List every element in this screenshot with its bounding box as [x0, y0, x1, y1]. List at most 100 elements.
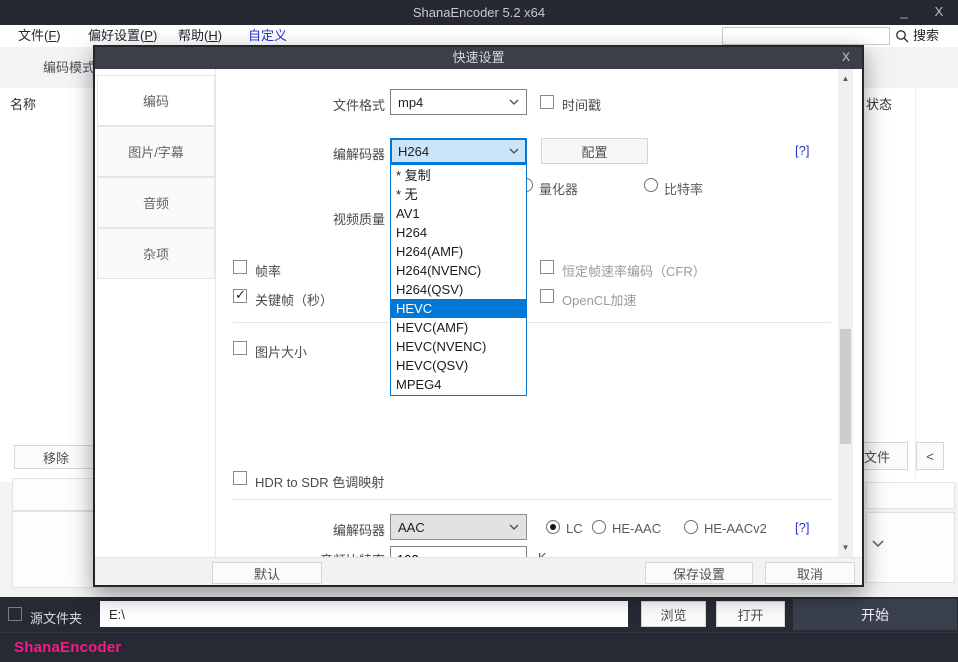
- quantizer-label: 量化器: [539, 179, 578, 198]
- app-window: ShanaEncoder 5.2 x64 _ X 文件(F) 偏好设置(P) 帮…: [0, 0, 958, 662]
- timestamp-label: 时间戳: [562, 95, 601, 114]
- tab-encode[interactable]: 编码: [97, 75, 215, 126]
- info-panel-right-bottom: [866, 512, 955, 583]
- scroll-down-icon[interactable]: ▼: [838, 540, 853, 555]
- remove-button[interactable]: 移除: [14, 445, 98, 469]
- bitrate-label: 比特率: [664, 179, 703, 198]
- dropdown-option[interactable]: MPEG4: [391, 375, 526, 394]
- save-settings-button[interactable]: 保存设置: [645, 562, 753, 584]
- video-quality-label: 视频质量: [245, 209, 385, 228]
- he-aac-label: HE-AAC: [612, 521, 661, 536]
- timestamp-checkbox[interactable]: [540, 95, 554, 109]
- source-folder-label: 源文件夹: [30, 608, 82, 627]
- tab-audio[interactable]: 音频: [97, 177, 215, 228]
- menu-custom[interactable]: 自定义: [242, 25, 293, 47]
- video-codec-label: 编解码器: [245, 144, 385, 163]
- close-button[interactable]: X: [928, 0, 950, 25]
- dropdown-option[interactable]: HEVC(QSV): [391, 356, 526, 375]
- column-divider: [915, 88, 916, 478]
- hdr-checkbox[interactable]: [233, 471, 247, 485]
- dropdown-option[interactable]: H264(AMF): [391, 242, 526, 261]
- dropdown-option[interactable]: H264(QSV): [391, 280, 526, 299]
- cfr-checkbox[interactable]: [540, 260, 554, 274]
- separator: [233, 322, 831, 323]
- info-panel-left-top: [12, 478, 98, 511]
- column-header-name: 名称: [10, 94, 36, 113]
- framerate-checkbox[interactable]: [233, 260, 247, 274]
- menu-bar: 文件(F) 偏好设置(P) 帮助(H) 自定义 搜索: [0, 25, 958, 47]
- menu-preferences[interactable]: 偏好设置(P): [82, 25, 163, 47]
- status-bar: ShanaEncoder: [0, 632, 958, 662]
- he-aacv2-label: HE-AACv2: [704, 521, 767, 536]
- start-button[interactable]: 开始: [793, 599, 957, 630]
- dialog-close-button[interactable]: X: [838, 47, 854, 69]
- column-header-status: 状态: [866, 94, 892, 113]
- dialog-scrollbar[interactable]: ▲ ▼: [838, 69, 853, 557]
- title-bar: ShanaEncoder 5.2 x64 _ X: [0, 0, 958, 25]
- keyframe-checkbox[interactable]: [233, 289, 247, 303]
- encode-mode-tab[interactable]: 编码模式: [43, 57, 95, 76]
- dropdown-option[interactable]: HEVC(AMF): [391, 318, 526, 337]
- scroll-up-icon[interactable]: ▲: [838, 71, 853, 86]
- video-codec-select[interactable]: H264: [390, 138, 527, 164]
- scrollbar-thumb[interactable]: [840, 329, 851, 444]
- audio-bitrate-label: 音频比特率: [245, 550, 385, 557]
- aac-lc-radio[interactable]: [546, 520, 560, 534]
- search-button[interactable]: 搜索: [913, 25, 939, 47]
- file-format-select[interactable]: mp4: [390, 89, 527, 115]
- window-title: ShanaEncoder 5.2 x64: [0, 0, 958, 25]
- dropdown-option[interactable]: * 无: [391, 185, 526, 204]
- framerate-label: 帧率: [255, 261, 281, 280]
- audio-bitrate-input[interactable]: [390, 546, 527, 557]
- dialog-title: 快速设置: [95, 47, 862, 69]
- search-icon[interactable]: [895, 29, 910, 44]
- dropdown-option-selected[interactable]: HEVC: [391, 299, 526, 318]
- keyframe-label: 关键帧（秒）: [255, 290, 333, 309]
- tab-picture-subtitle[interactable]: 图片/字幕: [97, 126, 215, 177]
- shana-logo: ShanaEncoder: [14, 639, 121, 656]
- opencl-label: OpenCL加速: [562, 290, 636, 309]
- source-folder-checkbox[interactable]: [8, 607, 22, 621]
- bottom-bar: 源文件夹 浏览 打开 开始: [0, 597, 958, 632]
- minimize-button[interactable]: _: [893, 0, 915, 25]
- codec-dropdown-list: * 复制 * 无 AV1 H264 H264(AMF) H264(NVENC) …: [390, 164, 527, 396]
- open-button[interactable]: 打开: [716, 601, 785, 627]
- hdr-label: HDR to SDR 色调映射: [255, 472, 384, 491]
- chevron-down-icon: [509, 148, 519, 154]
- dialog-title-bar: 快速设置 X: [95, 47, 862, 69]
- aac-lc-label: LC: [566, 521, 583, 536]
- opencl-checkbox[interactable]: [540, 289, 554, 303]
- audio-codec-label: 编解码器: [245, 520, 385, 539]
- dialog-body: 编码 图片/字幕 音频 杂项 文件格式 mp4 时间戳 编解码器 H264 配置…: [95, 69, 862, 557]
- quick-settings-dialog: 快速设置 X 编码 图片/字幕 音频 杂项 文件格式 mp4 时间戳 编解码器 …: [93, 45, 864, 587]
- audio-help-link[interactable]: [?]: [795, 520, 809, 535]
- search-input[interactable]: [722, 27, 890, 45]
- tab-misc[interactable]: 杂项: [97, 228, 215, 279]
- picture-size-checkbox[interactable]: [233, 341, 247, 355]
- picture-size-label: 图片大小: [255, 342, 307, 361]
- chevron-down-icon: [509, 524, 519, 530]
- default-button[interactable]: 默认: [212, 562, 322, 584]
- video-help-link[interactable]: [?]: [795, 143, 809, 158]
- chevron-down-icon[interactable]: [871, 539, 885, 548]
- collapse-panel-button[interactable]: <: [916, 442, 944, 470]
- he-aacv2-radio[interactable]: [684, 520, 698, 534]
- cancel-button[interactable]: 取消: [765, 562, 855, 584]
- audio-codec-select[interactable]: AAC: [390, 514, 527, 540]
- dropdown-option[interactable]: * 复制: [391, 166, 526, 185]
- menu-file[interactable]: 文件(F): [12, 25, 67, 47]
- dropdown-option[interactable]: HEVC(NVENC): [391, 337, 526, 356]
- source-path-input[interactable]: [100, 601, 628, 627]
- menu-help[interactable]: 帮助(H): [172, 25, 228, 47]
- info-panel-right-top: [866, 482, 955, 509]
- dropdown-option[interactable]: H264(NVENC): [391, 261, 526, 280]
- separator: [233, 499, 831, 500]
- configure-button[interactable]: 配置: [541, 138, 648, 164]
- file-format-label: 文件格式: [245, 95, 385, 114]
- he-aac-radio[interactable]: [592, 520, 606, 534]
- audio-bitrate-unit: K: [538, 550, 547, 557]
- browse-button[interactable]: 浏览: [641, 601, 706, 627]
- dropdown-option[interactable]: AV1: [391, 204, 526, 223]
- dropdown-option[interactable]: H264: [391, 223, 526, 242]
- bitrate-radio[interactable]: [644, 178, 658, 192]
